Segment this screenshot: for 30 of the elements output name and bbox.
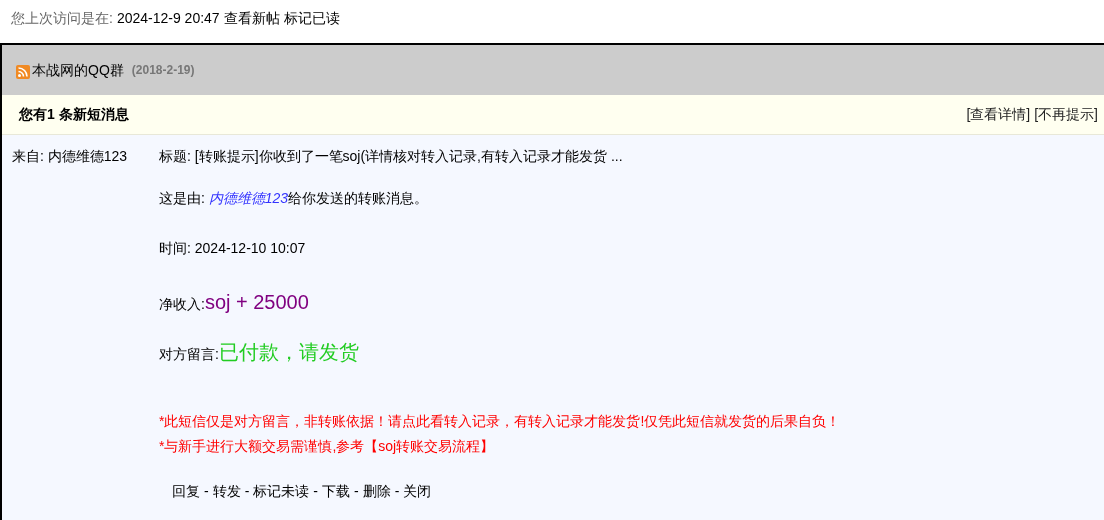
action-separator: - [394,482,400,501]
header-link[interactable]: 查看新帖 [223,8,280,29]
action-separator: - [204,482,209,501]
action-link[interactable]: 关闭 [403,481,432,502]
warning-text: *此短信仅是对方留言，非转账依据！请点此看转入记录，有转入记录才能发货!仅凭此短信就发货的后果自负！ [159,412,841,431]
rss-icon [16,65,30,79]
action-link[interactable]: 回复 [172,481,200,502]
sender-label: 来自: 内德维德123 [12,148,128,164]
notice-link[interactable]: [查看详情] [966,104,1031,125]
action-link[interactable]: 转发 [212,481,241,502]
income-line: 净收入:soj + 25000 [159,290,310,315]
action-link[interactable]: 下载 [322,481,350,502]
action-separator: - [313,482,318,501]
notice-link[interactable]: [不再提示] [1034,104,1098,125]
note-line: 对方留言:已付款，请发货 [159,340,360,365]
sender-link[interactable]: 内德维德123 [208,190,289,206]
last-visit-time: 2024-12-9 20:47 [116,9,220,28]
message-time: 时间: 2024-12-10 10:07 [159,239,307,258]
notice-title: 您有1 条新短消息 [19,105,129,124]
warning-text: *与新手进行大额交易需谨慎,参考【soj转账交易流程】 [159,437,496,456]
action-separator: - [244,482,250,501]
action-separator: - [354,482,359,501]
message-subject: 标题: [转账提示]你收到了一笔soj(详情核对转入记录,有转入记录才能发货 ... [159,147,624,166]
last-visit-label: 您上次访问是在: [11,9,113,28]
announcement-date: (2018-2-19) [131,62,195,79]
header-link[interactable]: 标记已读 [283,8,340,29]
action-link[interactable]: 标记未读 [253,481,310,502]
action-link[interactable]: 删除 [362,481,391,502]
announcement-title[interactable]: 本战网的QQ群 [32,59,124,81]
sender-line: 这是由: 内德维德123给你发送的转账消息。 [159,189,430,208]
